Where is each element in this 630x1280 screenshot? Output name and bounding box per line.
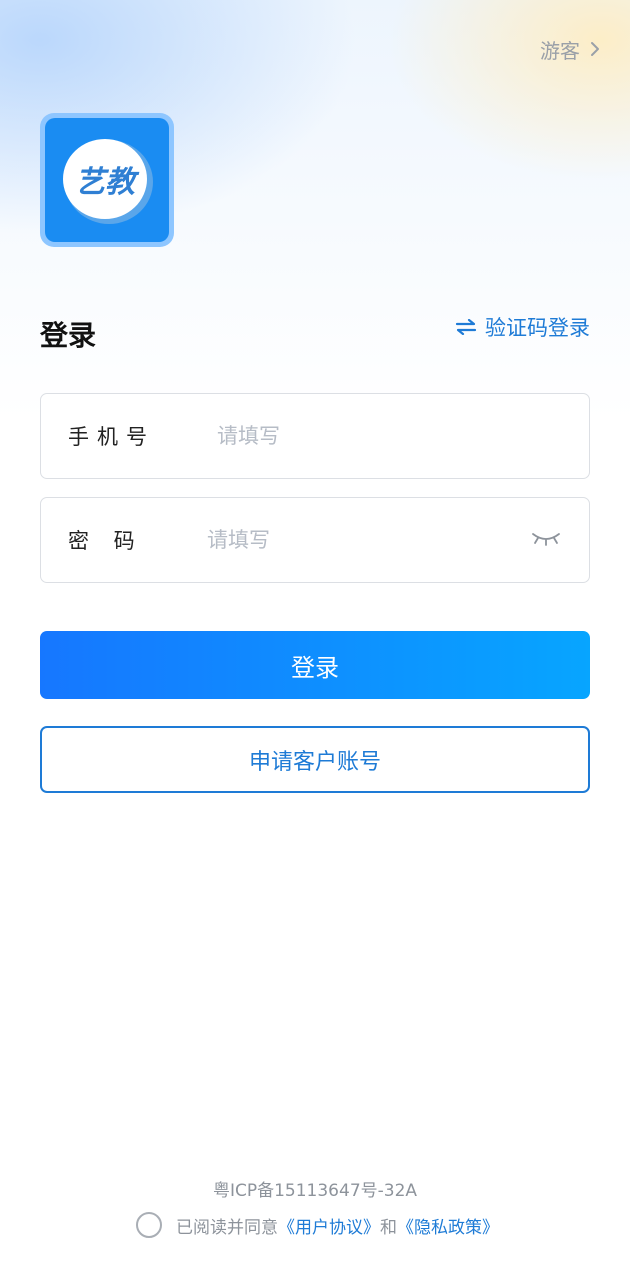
sms-login-label: 验证码登录 <box>485 316 590 340</box>
login-button[interactable]: 登录 <box>40 631 590 699</box>
page-title: 登录 <box>40 319 97 352</box>
agree-checkbox[interactable] <box>136 1212 162 1238</box>
logo-mark: 艺教 <box>63 139 153 224</box>
agree-prefix: 已阅读并同意 <box>176 1217 278 1238</box>
phone-field: 手机号 <box>40 393 590 479</box>
sms-login-switch[interactable]: 验证码登录 <box>455 312 590 342</box>
phone-label: 手机号 <box>68 425 155 449</box>
chevron-right-icon <box>591 42 599 56</box>
agreement-row: 已阅读并同意 《用户协议》 和 《隐私政策》 <box>136 1210 499 1240</box>
phone-input[interactable] <box>217 414 557 458</box>
guest-label: 游客 <box>540 38 580 63</box>
logo-text: 艺教 <box>75 165 140 200</box>
app-logo: 艺教 <box>40 113 174 247</box>
password-input[interactable] <box>207 518 537 562</box>
password-label: 密 码 <box>68 529 135 553</box>
apply-account-button[interactable]: 申请客户账号 <box>40 726 590 793</box>
password-field: 密 码 <box>40 497 590 583</box>
eye-closed-icon[interactable] <box>531 528 561 548</box>
agree-and: 和 <box>380 1217 397 1238</box>
guest-button[interactable]: 游客 <box>540 34 600 64</box>
swap-icon <box>455 319 477 335</box>
icp-record: 粤ICP备15113647号-32A <box>212 1181 418 1201</box>
user-agreement-link[interactable]: 《用户协议》 <box>278 1213 380 1238</box>
privacy-policy-link[interactable]: 《隐私政策》 <box>397 1213 499 1238</box>
